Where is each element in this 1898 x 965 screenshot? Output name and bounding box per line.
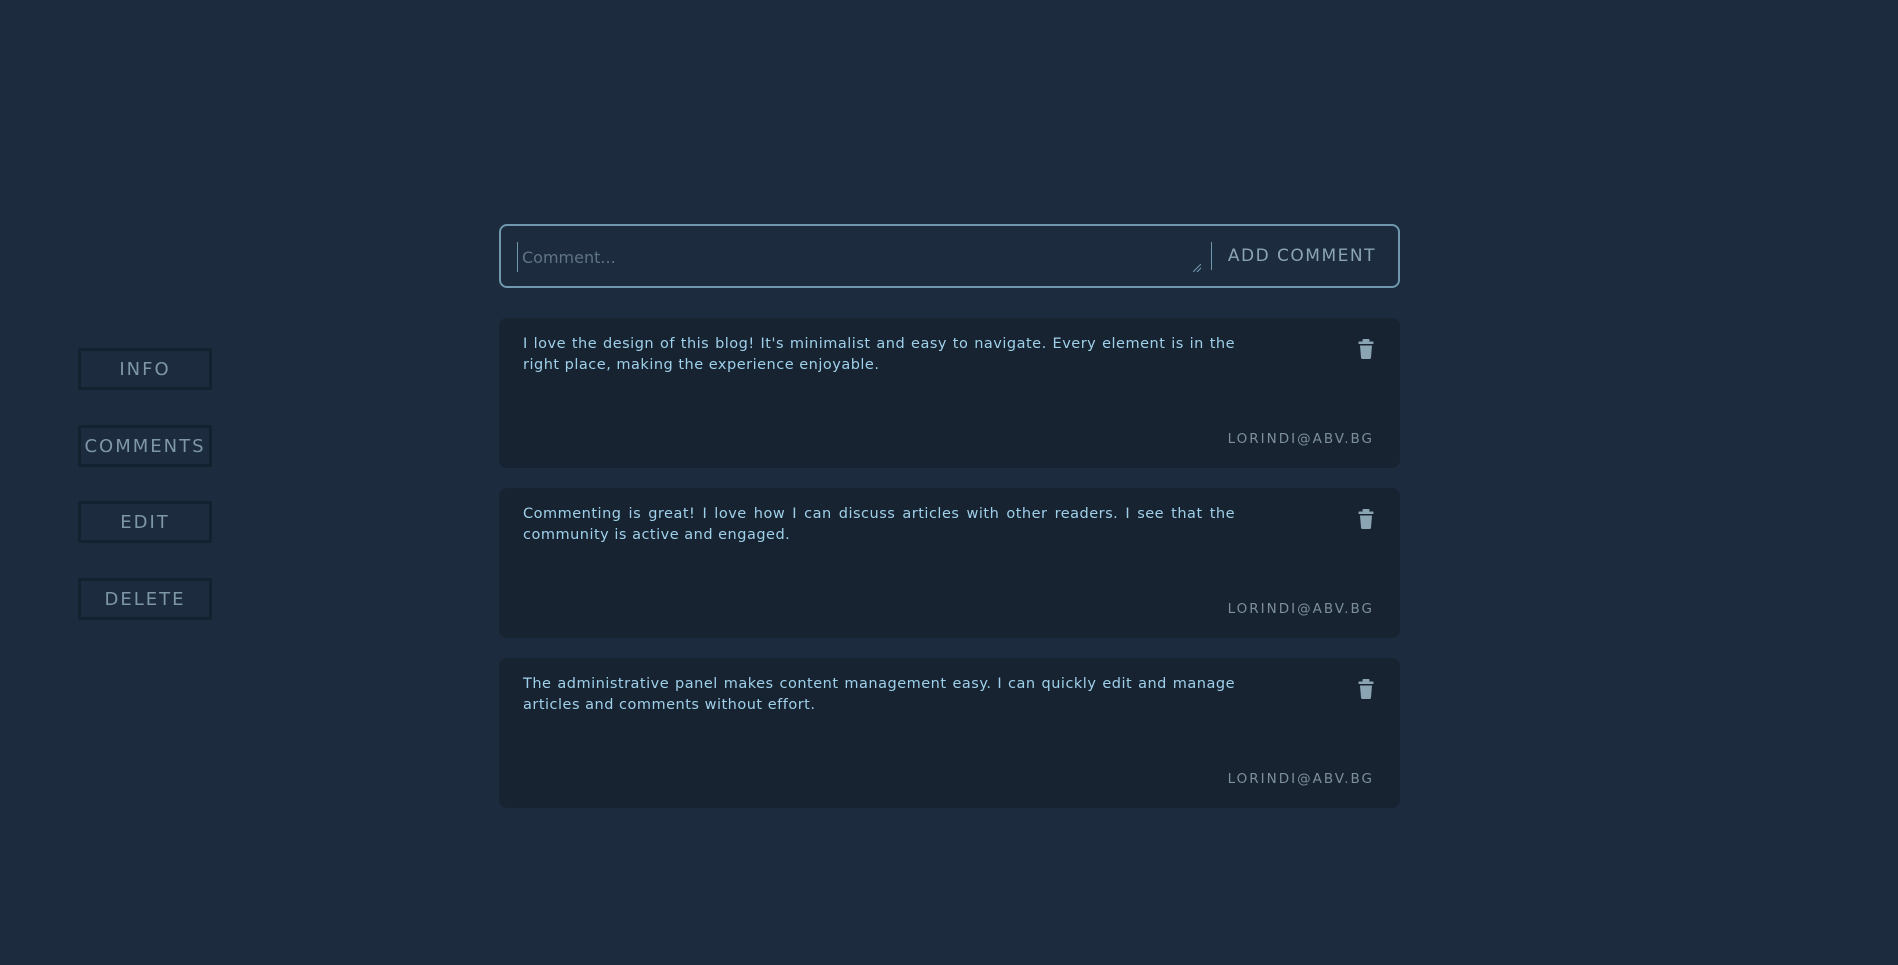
comment-text: The administrative panel makes content m… [523, 676, 1235, 713]
comment-card: I love the design of this blog! It's min… [499, 318, 1400, 468]
delete-button[interactable]: DELETE [78, 578, 212, 620]
comment-input-wrapper [501, 226, 1211, 286]
trash-icon[interactable] [1356, 508, 1376, 530]
comment-text: Commenting is great! I love how I can di… [523, 506, 1235, 543]
comment-card: Commenting is great! I love how I can di… [499, 488, 1400, 638]
comment-text: I love the design of this blog! It's min… [523, 336, 1235, 373]
info-button[interactable]: INFO [78, 348, 212, 390]
trash-icon[interactable] [1356, 678, 1376, 700]
edit-button[interactable]: EDIT [78, 501, 212, 543]
comment-author: LORINDI@ABV.BG [1227, 601, 1374, 617]
resize-handle-icon[interactable] [1192, 264, 1201, 272]
add-comment-button[interactable]: ADD COMMENT [1212, 226, 1398, 286]
comment-form: ADD COMMENT [499, 224, 1400, 288]
comment-author: LORINDI@ABV.BG [1227, 431, 1374, 447]
comments-button[interactable]: COMMENTS [78, 425, 212, 467]
comment-card: The administrative panel makes content m… [499, 658, 1400, 808]
comment-input[interactable] [517, 242, 1211, 272]
comment-author: LORINDI@ABV.BG [1227, 771, 1374, 787]
trash-icon[interactable] [1356, 338, 1376, 360]
